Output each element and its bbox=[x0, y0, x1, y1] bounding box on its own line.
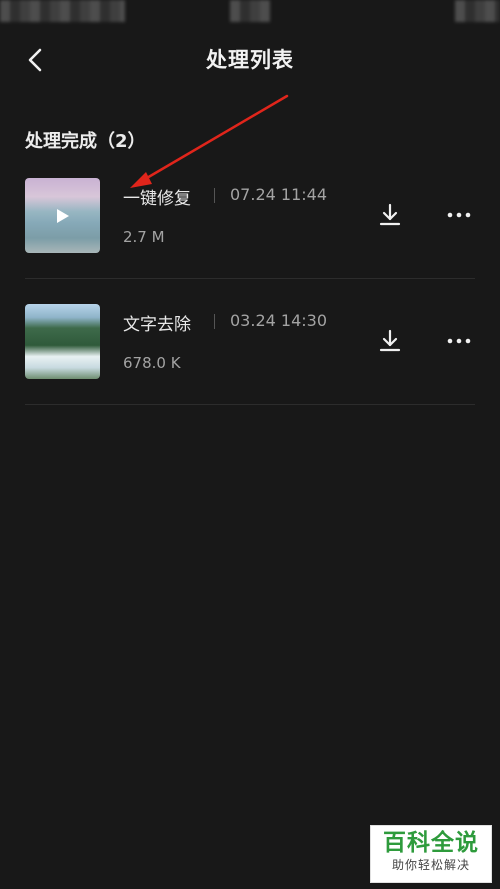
item-name: 文字去除 bbox=[123, 315, 191, 335]
page-title: 处理列表 bbox=[206, 48, 294, 72]
item-thumbnail[interactable] bbox=[25, 304, 100, 379]
watermark-title: 百科全说 bbox=[383, 830, 479, 856]
header: 处理列表 bbox=[0, 30, 500, 90]
download-button[interactable] bbox=[377, 202, 403, 228]
watermark-subtitle: 助你轻松解决 bbox=[391, 858, 470, 872]
download-icon bbox=[379, 203, 401, 226]
blurred-status-left bbox=[0, 0, 125, 22]
item-size: 2.7 M bbox=[123, 228, 165, 246]
blurred-status-right bbox=[455, 0, 500, 22]
item-date: 07.24 11:44 bbox=[230, 185, 327, 204]
item-name: 一键修复 bbox=[123, 189, 191, 209]
item-thumbnail[interactable] bbox=[25, 178, 100, 253]
play-icon bbox=[56, 208, 69, 223]
item-size: 678.0 K bbox=[123, 354, 181, 372]
item-divider bbox=[214, 188, 215, 203]
item-divider bbox=[214, 314, 215, 329]
list-item[interactable]: 文字去除 03.24 14:30 678.0 K bbox=[25, 286, 475, 405]
list-item[interactable]: 一键修复 07.24 11:44 2.7 M bbox=[25, 160, 475, 279]
download-icon bbox=[379, 329, 401, 352]
watermark-logo: 百科全说 助你轻松解决 bbox=[370, 825, 492, 883]
download-button[interactable] bbox=[377, 328, 403, 354]
blurred-status-center bbox=[230, 0, 270, 22]
more-icon bbox=[447, 338, 471, 344]
more-button[interactable] bbox=[443, 328, 475, 354]
item-date: 03.24 14:30 bbox=[230, 311, 327, 330]
processed-list: 一键修复 07.24 11:44 2.7 M 文字去除 03.24 14:30 … bbox=[25, 160, 475, 412]
more-icon bbox=[447, 212, 471, 218]
section-title: 处理完成（2） bbox=[25, 131, 146, 152]
more-button[interactable] bbox=[443, 202, 475, 228]
status-bar bbox=[0, 0, 500, 22]
